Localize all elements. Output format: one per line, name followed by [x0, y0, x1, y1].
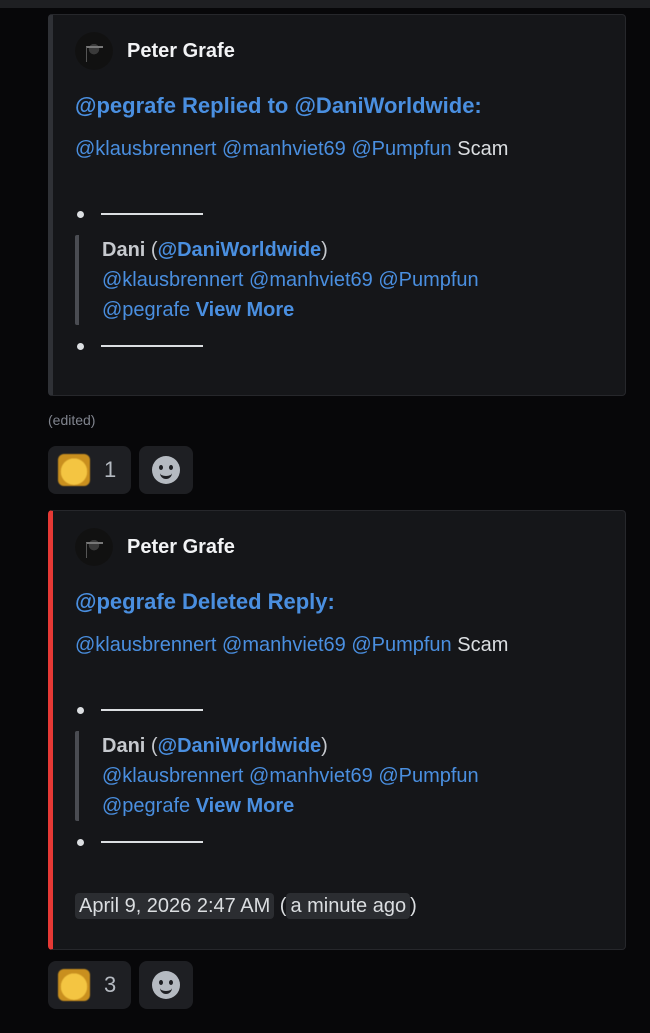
reaction-button[interactable]: 3: [48, 961, 131, 1009]
reaction-button[interactable]: 1: [48, 446, 131, 494]
relative-time[interactable]: a minute ago: [286, 893, 411, 919]
bullet: [77, 707, 84, 714]
mention[interactable]: @manhviet69: [249, 765, 373, 787]
mention[interactable]: @manhviet69: [222, 138, 346, 160]
smiley-icon: [152, 971, 180, 999]
body-text: Scam: [457, 138, 509, 160]
view-more-link[interactable]: View More: [196, 795, 295, 817]
mention[interactable]: @klausbrennert: [102, 269, 243, 291]
mention[interactable]: @klausbrennert: [75, 634, 216, 656]
quote-handle[interactable]: @DaniWorldwide: [158, 735, 322, 757]
reaction-count: 1: [104, 457, 117, 482]
mention[interactable]: @klausbrennert: [75, 138, 216, 160]
quote-handle[interactable]: @DaniWorldwide: [158, 239, 322, 261]
divider: [101, 709, 203, 711]
mention[interactable]: @manhviet69: [222, 634, 346, 656]
embed-body: @klausbrennert @manhviet69 @Pumpfun Scam: [75, 634, 508, 657]
embed-author: Peter Grafe: [75, 32, 235, 70]
bullet: [77, 211, 84, 218]
reaction-count: 3: [104, 972, 117, 997]
view-more-link[interactable]: View More: [196, 299, 295, 321]
blockquote: Dani (@DaniWorldwide) @klausbrennert @ma…: [75, 731, 545, 821]
timestamp-line: April 9, 2026 2:47 AM (a minute ago): [75, 893, 417, 919]
paren: (: [150, 239, 158, 261]
embed-deleted: Peter Grafe @pegrafe Deleted Reply: @kla…: [48, 510, 626, 950]
quote-author: Dani: [102, 735, 146, 757]
paren: (: [150, 735, 158, 757]
crying-face-icon: [58, 454, 90, 486]
paren: ): [321, 735, 328, 757]
body-text: Scam: [457, 634, 509, 656]
mention[interactable]: @Pumpfun: [351, 634, 451, 656]
author-name[interactable]: Peter Grafe: [127, 536, 235, 559]
embed-replied: Peter Grafe @pegrafe Replied to @DaniWor…: [48, 14, 626, 396]
add-reaction-button[interactable]: [139, 961, 193, 1009]
avatar[interactable]: [75, 528, 113, 566]
paren: ): [410, 895, 417, 917]
mention[interactable]: @Pumpfun: [378, 765, 478, 787]
mention[interactable]: @Pumpfun: [378, 269, 478, 291]
paren: ): [321, 239, 328, 261]
embed-author: Peter Grafe: [75, 528, 235, 566]
divider: [101, 213, 203, 215]
crying-face-icon: [58, 969, 90, 1001]
timestamp[interactable]: April 9, 2026 2:47 AM: [75, 893, 275, 919]
add-reaction-button[interactable]: [139, 446, 193, 494]
edited-label: (edited): [48, 412, 96, 428]
smiley-icon: [152, 456, 180, 484]
quote-author: Dani: [102, 239, 146, 261]
mention[interactable]: @manhviet69: [249, 269, 373, 291]
bullet: [77, 343, 84, 350]
avatar[interactable]: [75, 32, 113, 70]
embed-title: @pegrafe Replied to @DaniWorldwide:: [75, 93, 482, 118]
mention[interactable]: @klausbrennert: [102, 765, 243, 787]
mention[interactable]: @pegrafe: [102, 299, 190, 321]
blockquote: Dani (@DaniWorldwide) @klausbrennert @ma…: [75, 235, 545, 325]
bullet: [77, 839, 84, 846]
divider: [101, 345, 203, 347]
mention[interactable]: @Pumpfun: [351, 138, 451, 160]
mention[interactable]: @pegrafe: [102, 795, 190, 817]
embed-title: @pegrafe Deleted Reply:: [75, 589, 335, 614]
embed-body: @klausbrennert @manhviet69 @Pumpfun Scam: [75, 138, 508, 161]
author-name[interactable]: Peter Grafe: [127, 40, 235, 63]
divider: [101, 841, 203, 843]
top-bar: [0, 0, 650, 8]
